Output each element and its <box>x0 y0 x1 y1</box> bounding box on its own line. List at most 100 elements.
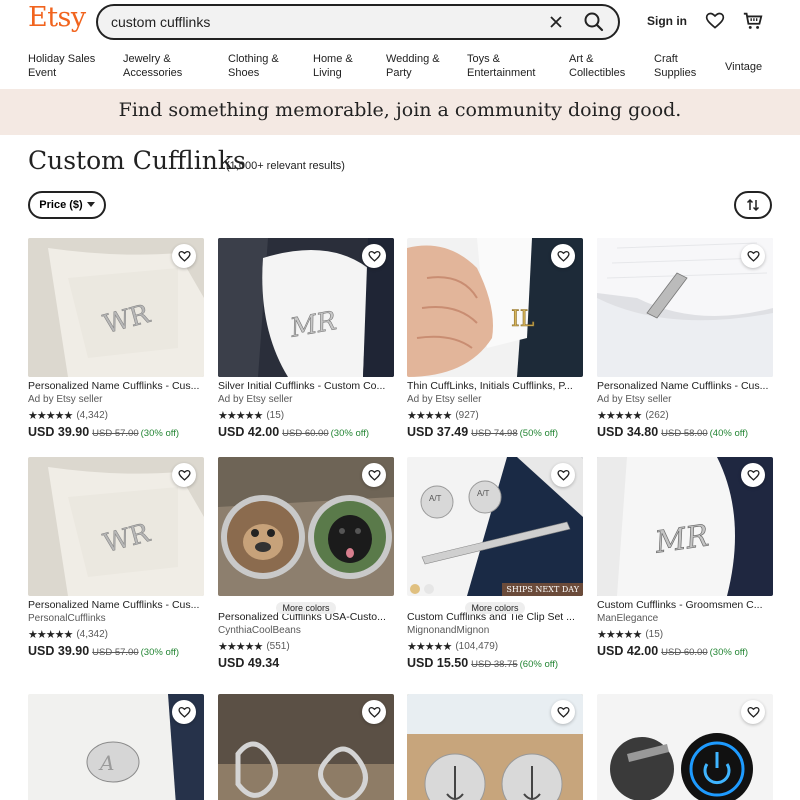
listing-card[interactable]: WR Personalized Name Cufflinks - Cus... … <box>28 457 204 658</box>
search-input[interactable]: custom cufflinks <box>111 14 210 30</box>
page-title: Custom Cufflinks <box>28 146 246 175</box>
listing-seller[interactable]: PersonalCufflinks <box>28 613 204 627</box>
favorite-heart-icon[interactable] <box>741 463 765 487</box>
listing-image[interactable]: MR <box>597 457 773 596</box>
favorite-heart-icon[interactable] <box>172 463 196 487</box>
star-rating-icon: ★★★★★ <box>218 641 263 653</box>
listing-seller: Ad by Etsy seller <box>28 394 103 405</box>
svg-text:IL: IL <box>511 307 535 332</box>
nav-item-jewelry[interactable]: Jewelry & Accessories <box>123 52 182 80</box>
price-discount: (30% off) <box>140 428 180 439</box>
listing-price: USD 37.49 USD 74.98 (50% off) <box>407 425 583 439</box>
sort-button[interactable] <box>734 191 772 219</box>
price-current: USD 49.34 <box>218 656 280 670</box>
listing-card[interactable]: A/T A/T SHIPS NEXT DAY More colors Custom… <box>407 457 583 670</box>
listing-rating: ★★★★★ (15) <box>218 408 394 423</box>
nav-item-toys[interactable]: Toys & Entertainment <box>467 52 535 80</box>
price-original: USD 38.75 <box>471 659 518 670</box>
listing-card[interactable] <box>597 694 773 800</box>
nav-item-art[interactable]: Art & Collectibles <box>569 52 625 80</box>
price-current: USD 37.49 <box>407 425 469 439</box>
review-count: (927) <box>455 410 479 421</box>
cart-icon[interactable] <box>742 10 764 32</box>
listing-card[interactable]: More colors Personalized Cufflinks USA-C… <box>218 457 394 670</box>
listing-image[interactable]: A <box>28 694 204 800</box>
listing-card[interactable]: A <box>28 694 204 800</box>
price-discount: (30% off) <box>709 647 749 658</box>
favorite-heart-icon[interactable] <box>362 244 386 268</box>
listing-image[interactable] <box>597 694 773 800</box>
listing-seller[interactable]: ManElegance <box>597 613 773 627</box>
more-colors-badge[interactable]: More colors <box>407 598 583 616</box>
favorite-heart-icon[interactable] <box>362 463 386 487</box>
listing-image[interactable]: MR <box>218 238 394 377</box>
favorites-heart-icon[interactable] <box>705 11 725 31</box>
price-discount: (30% off) <box>330 428 370 439</box>
listing-rating: ★★★★★ (927) <box>407 408 583 423</box>
listing-seller: Ad by Etsy seller <box>218 394 293 405</box>
price-current: USD 42.00 <box>218 425 280 439</box>
listing-image[interactable]: WR <box>28 238 204 377</box>
price-current: USD 39.90 <box>28 425 90 439</box>
nav-item-vintage[interactable]: Vintage <box>725 60 762 74</box>
favorite-heart-icon[interactable] <box>551 244 575 268</box>
signin-link[interactable]: Sign in <box>647 14 687 28</box>
listing-card[interactable]: Personalized Name Cufflinks - Cus... Ad … <box>597 238 773 439</box>
listing-title[interactable]: Thin CuffLinks, Initials Cufflinks, P... <box>407 380 583 394</box>
category-nav: Holiday Sales Event Jewelry & Accessorie… <box>0 52 800 88</box>
listing-card[interactable]: MR Custom Cufflinks - Groomsmen C... Man… <box>597 457 773 658</box>
favorite-heart-icon[interactable] <box>362 700 386 724</box>
close-icon[interactable] <box>546 12 566 32</box>
listing-seller[interactable]: CynthiaCoolBeans <box>218 625 394 639</box>
favorite-heart-icon[interactable] <box>551 700 575 724</box>
listing-rating: ★★★★★ (104,479) <box>407 639 583 654</box>
listing-title[interactable]: Personalized Name Cufflinks - Cus... <box>597 380 773 394</box>
sort-arrows-icon <box>746 198 760 212</box>
more-colors-badge[interactable]: More colors <box>218 598 394 616</box>
banner-text: Find something memorable, join a communi… <box>118 99 682 121</box>
etsy-logo[interactable]: Etsy <box>28 2 86 33</box>
review-count: (4,342) <box>76 629 108 640</box>
price-original: USD 58.00 <box>661 428 708 439</box>
listing-seller[interactable]: MignonandMignon <box>407 625 583 639</box>
search-bar[interactable]: custom cufflinks <box>96 4 620 40</box>
listing-image[interactable] <box>218 457 394 596</box>
favorite-heart-icon[interactable] <box>741 244 765 268</box>
star-rating-icon: ★★★★★ <box>597 629 642 641</box>
listing-title[interactable]: Personalized Name Cufflinks - Cus... <box>28 599 204 613</box>
favorite-heart-icon[interactable] <box>172 700 196 724</box>
nav-item-holiday[interactable]: Holiday Sales Event <box>28 52 95 80</box>
search-icon[interactable] <box>582 10 606 34</box>
favorite-heart-icon[interactable] <box>551 463 575 487</box>
favorite-heart-icon[interactable] <box>172 244 196 268</box>
listing-image[interactable] <box>407 694 583 800</box>
listing-title[interactable]: Personalized Name Cufflinks - Cus... <box>28 380 204 394</box>
listing-card[interactable]: IL Thin CuffLinks, Initials Cufflinks, P… <box>407 238 583 439</box>
listing-image[interactable] <box>597 238 773 377</box>
listing-card[interactable] <box>218 694 394 800</box>
favorite-heart-icon[interactable] <box>741 700 765 724</box>
listing-card[interactable]: WR Personalized Name Cufflinks - Cus... … <box>28 238 204 439</box>
listing-price: USD 39.90 USD 57.00 (30% off) <box>28 644 204 658</box>
nav-item-clothing[interactable]: Clothing & Shoes <box>228 52 279 80</box>
more-colors-label: More colors <box>465 602 525 614</box>
price-filter-button[interactable]: Price ($) <box>28 191 106 219</box>
listing-image[interactable]: IL <box>407 238 583 377</box>
listing-image[interactable]: WR <box>28 457 204 596</box>
listing-card[interactable]: MR Silver Initial Cufflinks - Custom Co.… <box>218 238 394 439</box>
listing-title[interactable]: Silver Initial Cufflinks - Custom Co... <box>218 380 394 394</box>
svg-text:A/T: A/T <box>429 494 442 503</box>
nav-item-wedding[interactable]: Wedding & Party <box>386 52 440 80</box>
listing-image[interactable] <box>218 694 394 800</box>
listing-title[interactable]: Custom Cufflinks - Groomsmen C... <box>597 599 773 613</box>
listing-rating: ★★★★★ (4,342) <box>28 627 204 642</box>
listing-card[interactable] <box>407 694 583 800</box>
nav-item-craft[interactable]: Craft Supplies <box>654 52 696 80</box>
star-rating-icon: ★★★★★ <box>28 629 73 641</box>
listing-rating: ★★★★★ (4,342) <box>28 408 204 423</box>
listing-price: USD 49.34 <box>218 656 394 670</box>
nav-item-home[interactable]: Home & Living <box>313 52 353 80</box>
star-rating-icon: ★★★★★ <box>407 410 452 422</box>
listing-image[interactable]: A/T A/T SHIPS NEXT DAY <box>407 457 583 596</box>
more-colors-label: More colors <box>276 602 336 614</box>
